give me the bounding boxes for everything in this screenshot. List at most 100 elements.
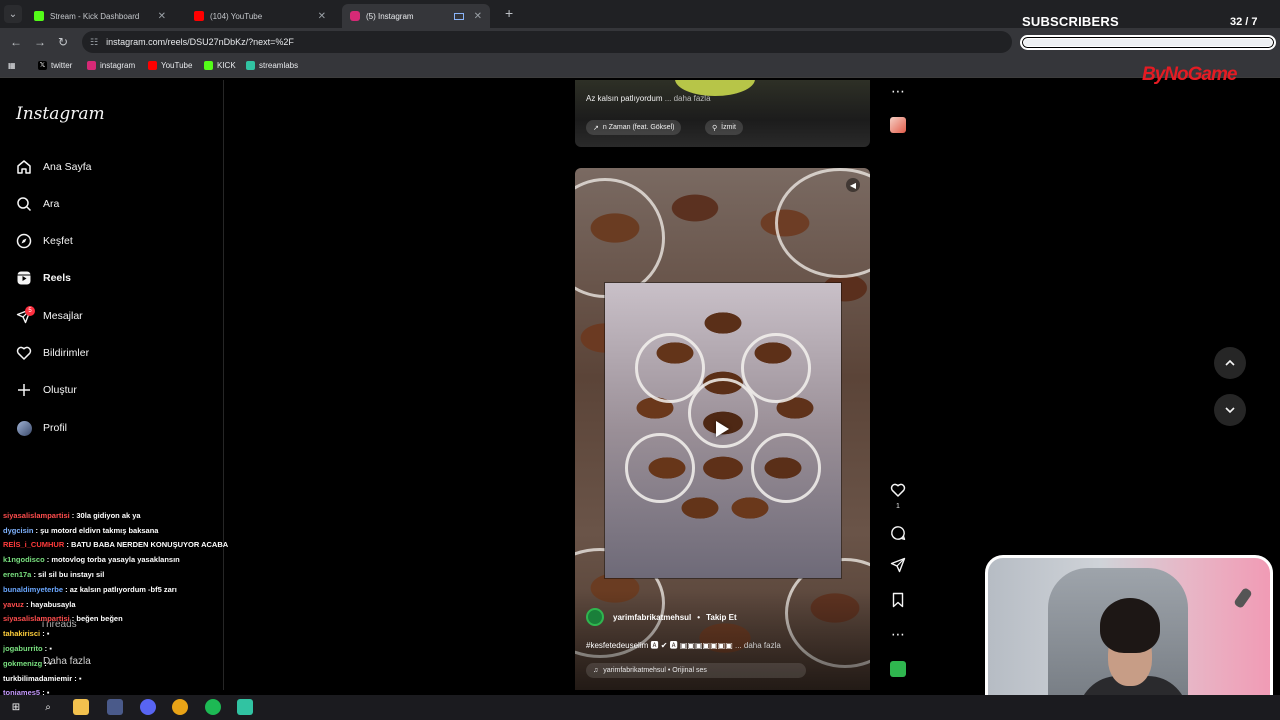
- chat-message: hayabusayla: [30, 599, 76, 609]
- windows-start-icon[interactable]: ⊞: [8, 699, 24, 715]
- sidebar-item-home[interactable]: Ana Sayfa: [16, 155, 91, 179]
- like-count: 1: [896, 503, 900, 510]
- address-bar[interactable]: ☷ instagram.com/reels/DSU27nDbKz/?next=%…: [82, 31, 1012, 53]
- next-reel-button[interactable]: [1214, 394, 1246, 426]
- apps-icon[interactable]: ▦: [8, 61, 16, 70]
- like-icon[interactable]: [889, 481, 907, 499]
- bookmark-label: instagram: [100, 61, 136, 70]
- chat-line: siyasalislampartisi : 30la gidiyon ak ya: [3, 510, 141, 520]
- sidebar-item-profile[interactable]: Profil: [16, 416, 67, 440]
- tab-search-button[interactable]: ⌄: [4, 5, 22, 23]
- messenger-icon: 5: [16, 306, 35, 324]
- sidebar-item-messages[interactable]: 5 Mesajlar: [16, 304, 83, 328]
- back-icon[interactable]: ←: [10, 35, 22, 49]
- sidebar-item-label: Mesajlar: [43, 310, 83, 322]
- sidebar-item-label: Reels: [43, 272, 72, 284]
- volume-icon[interactable]: ◀: [846, 178, 860, 192]
- spotify-icon[interactable]: [205, 699, 221, 715]
- sidebar-item-create[interactable]: Oluştur: [16, 378, 77, 402]
- instagram-logo[interactable]: Instagram: [16, 104, 105, 124]
- bookmark-twitter[interactable]: 𝕏 twitter: [38, 61, 72, 70]
- close-icon[interactable]: ✕: [474, 11, 482, 22]
- location-label: İzmit: [721, 124, 736, 131]
- avatar[interactable]: [586, 608, 604, 626]
- author-name[interactable]: yarimfabrikatmehsul: [613, 613, 691, 622]
- more-link[interactable]: ... daha fazla: [735, 641, 781, 650]
- streamlabs-icon: [246, 61, 255, 70]
- audio-thumbnail[interactable]: [890, 117, 906, 133]
- emote-icon: ▪: [78, 673, 82, 683]
- close-icon[interactable]: ✕: [158, 11, 166, 22]
- chat-line: turkbilimadamiemir : ▪: [3, 673, 82, 683]
- more-options-icon[interactable]: ⋯: [889, 625, 907, 643]
- file-explorer-icon[interactable]: [73, 699, 89, 715]
- close-icon[interactable]: ✕: [318, 11, 326, 22]
- save-icon[interactable]: [889, 591, 907, 609]
- tab-youtube[interactable]: (104) YouTube ✕: [186, 4, 334, 28]
- sidebar-item-reels[interactable]: Reels: [16, 266, 71, 290]
- follow-button[interactable]: Takip Et: [706, 613, 737, 622]
- chat-user: bunaldimyeterbe: [3, 584, 64, 594]
- play-icon[interactable]: [716, 421, 729, 437]
- chat-user: eren17a: [3, 569, 32, 579]
- chrome-icon[interactable]: [172, 699, 188, 715]
- sidebar-item-notifications[interactable]: Bildirimler: [16, 341, 89, 365]
- location-chip[interactable]: ⚲ İzmit: [705, 120, 743, 135]
- x-icon: 𝕏: [38, 61, 47, 70]
- chat-user: dygcisin: [3, 525, 34, 535]
- bookmark-youtube[interactable]: YouTube: [148, 61, 192, 70]
- tab-kick-dashboard[interactable]: Stream - Kick Dashboard ✕: [26, 4, 174, 28]
- forward-icon[interactable]: →: [34, 35, 46, 49]
- youtube-icon: [148, 61, 157, 70]
- media-icon[interactable]: [453, 12, 464, 20]
- audio-chip[interactable]: ♫ yarimfabrikatmehsul • Orijinal ses: [586, 663, 806, 678]
- site-info-icon[interactable]: ☷: [90, 37, 98, 48]
- chat-user: k1ngodisco: [3, 555, 45, 565]
- previous-reel[interactable]: Az kalsın patlıyordum ... daha fazla ↗ n…: [575, 80, 870, 147]
- reload-icon[interactable]: ↻: [58, 35, 68, 49]
- tab-instagram[interactable]: (5) Instagram ✕: [342, 4, 490, 28]
- music-chip[interactable]: ↗ n Zaman (feat. Göksel): [586, 120, 682, 135]
- caption-emoji: 🅰 ✔ 🅰 ▣▣▣▣▣▣▣: [650, 641, 733, 650]
- audio-thumbnail[interactable]: [890, 661, 906, 677]
- streamlabs-icon[interactable]: [237, 699, 253, 715]
- app-icon[interactable]: [107, 699, 123, 715]
- comment-icon[interactable]: [889, 524, 907, 542]
- bookmark-streamlabs[interactable]: streamlabs: [246, 61, 298, 70]
- bookmark-label: streamlabs: [259, 61, 299, 70]
- compass-icon: [16, 233, 32, 249]
- bookmark-instagram[interactable]: instagram: [87, 61, 135, 70]
- discord-icon[interactable]: [140, 699, 156, 715]
- kick-icon: [204, 61, 213, 70]
- onion-ring: [688, 378, 758, 448]
- share-icon[interactable]: [889, 556, 907, 574]
- new-tab-button[interactable]: +: [505, 5, 513, 21]
- reel-author[interactable]: yarimfabrikatmehsul • Takip Et: [586, 608, 737, 626]
- home-icon: [16, 159, 32, 175]
- subscribers-goal-title: SUBSCRIBERS: [1022, 14, 1119, 29]
- more-link[interactable]: ... daha fazla: [665, 94, 711, 103]
- previous-reel-button[interactable]: [1214, 347, 1246, 379]
- emote-icon: ▪: [49, 643, 52, 653]
- chat-message: az kalsın patlıyordum -bf5 zarı: [69, 584, 177, 594]
- chat-line: REİS_i_CUMHUR : BATU BABA NERDEN KONUŞUY…: [3, 540, 229, 550]
- reels-icon: [16, 270, 32, 286]
- sidebar-item-label: Profil: [43, 422, 67, 434]
- bookmark-label: twitter: [51, 61, 73, 70]
- reel-video[interactable]: ◀ yarimfabrikatmehsul • Takip Et #kesfet…: [575, 168, 870, 690]
- sidebar-item-label: Keşfet: [43, 235, 73, 247]
- notification-badge: 5: [25, 306, 35, 316]
- chat-message: beğen beğen: [76, 614, 123, 624]
- onion-ring: [751, 433, 821, 503]
- search-icon[interactable]: ⌕: [40, 699, 56, 715]
- plus-icon: [16, 382, 32, 398]
- sidebar-item-explore[interactable]: Keşfet: [16, 229, 73, 253]
- kick-icon: [34, 11, 44, 21]
- sidebar-item-search[interactable]: Ara: [16, 192, 59, 216]
- chat-message: sil sil bu instayı sil: [38, 569, 105, 579]
- bookmark-kick[interactable]: KICK: [204, 61, 236, 70]
- chat-user: REİS_i_CUMHUR: [3, 540, 65, 550]
- chat-line: [3, 496, 263, 511]
- avatar: [16, 420, 32, 436]
- more-options-icon[interactable]: ⋯: [889, 82, 907, 100]
